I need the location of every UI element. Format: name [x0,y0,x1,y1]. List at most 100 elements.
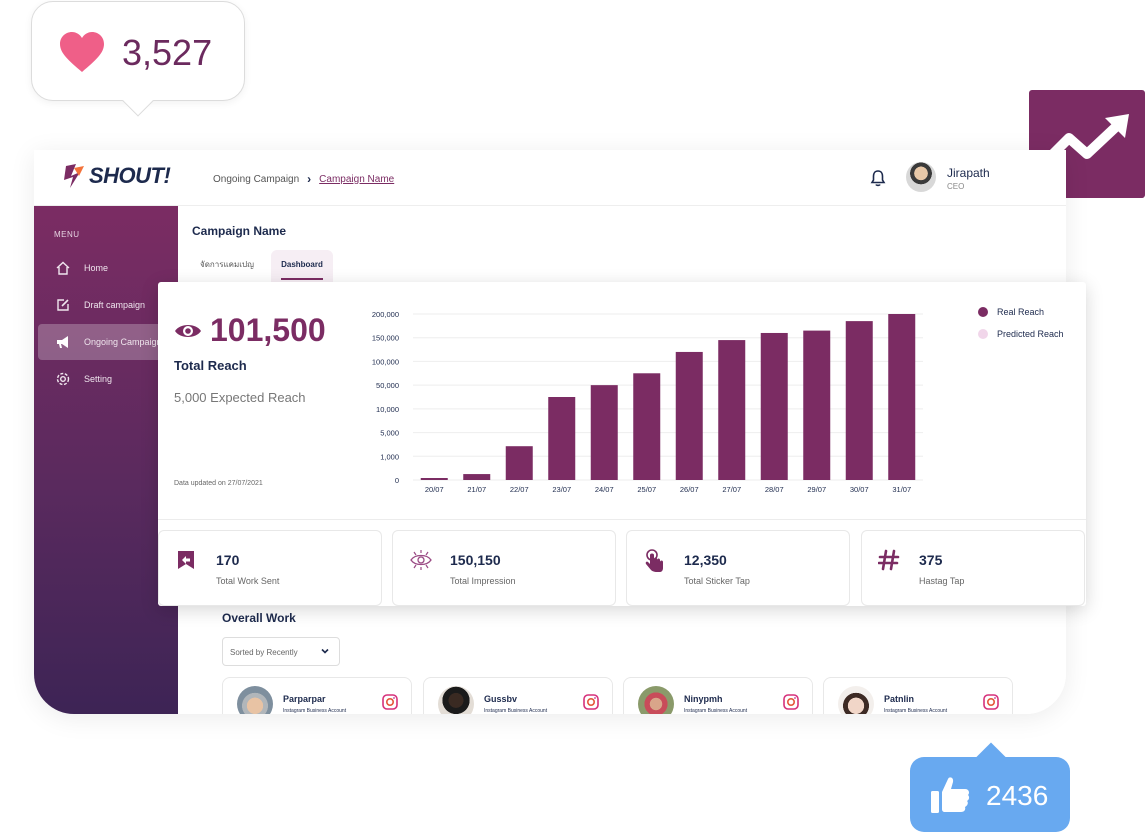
x-tick-label: 21/07 [467,485,486,494]
instagram-icon [382,694,398,710]
x-tick-label: 27/07 [722,485,741,494]
overall-work-title: Overall Work [222,611,296,625]
work-card[interactable]: Ninypmh Instagram Business Account [623,677,813,714]
y-tick-label: 1,000 [380,452,399,461]
sort-value: Sorted by Recently [230,648,298,657]
bar [888,314,916,480]
bar [463,474,491,480]
y-tick-label: 50,000 [376,381,399,390]
thumbs-up-count: 2436 [986,780,1049,811]
legend-label: Real Reach [997,307,1045,317]
bar [505,446,533,480]
y-tick-label: 100,000 [372,357,399,366]
gear-icon [55,371,71,387]
legend-label: Predicted Reach [997,329,1064,339]
tab-dashboard[interactable]: Dashboard [271,250,333,282]
y-tick-label: 5,000 [380,429,399,438]
likes-bubble: 3,527 [31,1,245,117]
brand-logo[interactable]: SHOUT! [62,162,171,190]
stat-total-impression: 150,150 Total Impression [392,530,616,606]
thumbs-up-icon [931,777,970,813]
work-account: Instagram Business Account [484,708,548,714]
bar [845,321,873,480]
sidebar-item-label: Home [84,263,109,273]
work-account: Instagram Business Account [684,708,748,714]
x-tick-label: 26/07 [680,485,699,494]
eye-icon [175,324,201,337]
x-tick-label: 28/07 [765,485,784,494]
total-reach: 101,500 [174,312,326,349]
x-tick-label: 24/07 [595,485,614,494]
tab-dashboard-label: Dashboard [281,260,323,269]
stat-label: Hastag Tap [919,576,965,586]
hashtag-icon [878,549,900,571]
x-tick-label: 29/07 [807,485,826,494]
y-tick-label: 200,000 [372,310,399,319]
stat-value: 170 [216,552,240,568]
chevron-right-icon: › [307,172,312,186]
bar [760,332,788,480]
stat-value: 150,150 [450,552,501,568]
y-tick-label: 10,000 [376,405,399,414]
user-avatar[interactable] [906,162,936,192]
avatar [438,686,474,714]
instagram-icon [583,694,599,710]
work-card[interactable]: Gussbv Instagram Business Account [423,677,613,714]
reach-dashboard-card: 101,500 Total Reach 5,000 Expected Reach… [158,282,1086,606]
work-card[interactable]: Patnlin Instagram Business Account [823,677,1013,714]
work-account: Instagram Business Account [884,708,948,714]
sidebar-item-draft-campaign[interactable]: Draft campaign [34,287,178,323]
bar [590,385,618,480]
sidebar-item-label: Setting [84,374,113,384]
home-icon [55,260,71,276]
chart-legend: Real Reach Predicted Reach [978,307,1064,351]
logo-text: SHOUT! [89,163,171,188]
user-role: CEO [947,182,965,191]
expected-reach: 5,000 Expected Reach [174,390,306,405]
work-account: Instagram Business Account [283,708,347,714]
bar [420,478,448,480]
reach-bar-chart: 0 1,000 5,000 10,000 50,000 100,000 150,000 200… [372,310,923,494]
work-name: Parparpar [283,694,326,704]
breadcrumb: Ongoing Campaign › Campaign Name [213,172,394,186]
avatar [237,686,273,714]
avatar [638,686,674,714]
instagram-icon [783,694,799,710]
sidebar-item-setting[interactable]: Setting [34,361,178,397]
eye-outline-icon [410,550,432,570]
stat-label: Total Sticker Tap [684,576,750,586]
thumbs-up-bubble: 2436 [910,742,1070,832]
tap-icon [645,549,663,572]
breadcrumb-current[interactable]: Campaign Name [319,174,394,185]
tab-manage-campaign[interactable]: จัดการแคมเปญ [200,258,254,271]
legend-dot [978,307,988,317]
legend-predicted-reach: Predicted Reach [978,329,1064,339]
stat-label: Total Work Sent [216,576,280,586]
stat-label: Total Impression [450,576,516,586]
send-work-icon [178,551,194,569]
x-tick-label: 30/07 [850,485,869,494]
sidebar-item-label: Ongoing Campaign [84,337,162,347]
work-card[interactable]: Parparpar Instagram Business Account [222,677,412,714]
sidebar-item-home[interactable]: Home [34,250,178,286]
menu-label: MENU [54,230,80,239]
y-tick-label: 0 [395,476,399,485]
stat-total-work-sent: 170 Total Work Sent [158,530,382,606]
user-name[interactable]: Jirapath [947,166,990,180]
y-tick-label: 150,000 [372,334,399,343]
x-tick-label: 31/07 [892,485,911,494]
total-reach-value: 101,500 [210,312,326,348]
breadcrumb-ongoing[interactable]: Ongoing Campaign [213,174,299,185]
stat-value: 375 [919,552,943,568]
instagram-icon [983,694,999,710]
work-name: Patnlin [884,694,915,704]
bell-icon[interactable] [870,169,886,187]
work-name: Ninypmh [684,694,723,704]
sidebar: MENU Home Draft campaign Ongoing Campaig… [34,206,182,714]
x-tick-label: 22/07 [510,485,529,494]
data-updated: Data updated on 27/07/2021 [174,480,263,487]
heart-icon [60,32,104,72]
avatar [838,686,874,714]
sort-dropdown[interactable]: Sorted by Recently [222,637,340,666]
total-reach-label: Total Reach [174,358,247,373]
